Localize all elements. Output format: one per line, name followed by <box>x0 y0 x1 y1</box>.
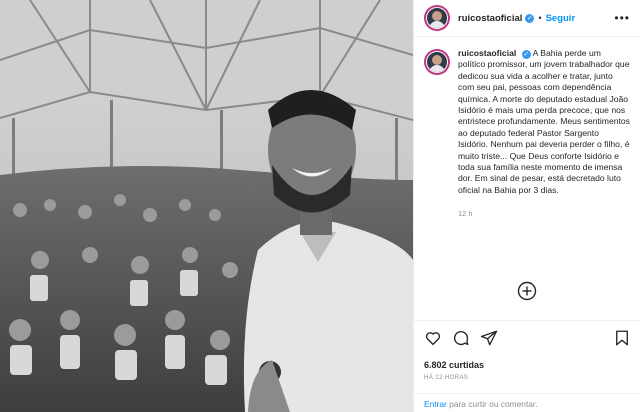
author-username[interactable]: ruicostaoficial <box>458 13 522 24</box>
comment-login-prompt: Entrar para curtir ou comentar. <box>414 393 640 412</box>
header-separator: • <box>538 13 542 23</box>
event-photo-illustration <box>0 0 413 412</box>
caption-text: A Bahia perde um político promissor, um … <box>458 48 630 195</box>
caption-avatar[interactable] <box>424 49 450 75</box>
post-age: HÁ 12 HORAS <box>424 374 469 381</box>
instagram-post: ruicostaoficial ✓ • Seguir ••• ruicostao… <box>0 0 640 412</box>
more-options-icon[interactable]: ••• <box>614 11 630 25</box>
caption-username[interactable]: ruicostaoficial <box>458 48 516 58</box>
share-send-icon[interactable] <box>480 329 498 347</box>
load-more-comments-icon[interactable] <box>517 281 537 301</box>
post-header: ruicostaoficial ✓ • Seguir ••• <box>414 0 640 37</box>
caption-verified-badge-icon: ✓ <box>521 50 531 59</box>
likes-count[interactable]: 6.802 curtidas <box>424 360 631 370</box>
post-photo[interactable] <box>0 0 413 412</box>
caption-body: ruicostaoficial ✓ A Bahia perde um polít… <box>458 48 630 220</box>
like-heart-icon[interactable] <box>424 329 442 347</box>
action-icons <box>424 328 631 348</box>
follow-button[interactable]: Seguir <box>546 13 576 24</box>
verified-badge-icon: ✓ <box>525 13 535 23</box>
post-actions: 6.802 curtidas HÁ 12 HORAS <box>414 320 640 381</box>
author-avatar[interactable] <box>424 5 450 31</box>
comment-prompt-text: para curtir ou comentar. <box>446 399 538 409</box>
caption-timestamp: 12 h <box>458 209 473 219</box>
login-link[interactable]: Entrar <box>424 399 447 409</box>
caption: ruicostaoficial ✓ A Bahia perde um polít… <box>414 37 640 220</box>
comment-bubble-icon[interactable] <box>452 329 470 347</box>
save-bookmark-icon[interactable] <box>613 329 631 347</box>
post-side-panel: ruicostaoficial ✓ • Seguir ••• ruicostao… <box>413 0 640 412</box>
